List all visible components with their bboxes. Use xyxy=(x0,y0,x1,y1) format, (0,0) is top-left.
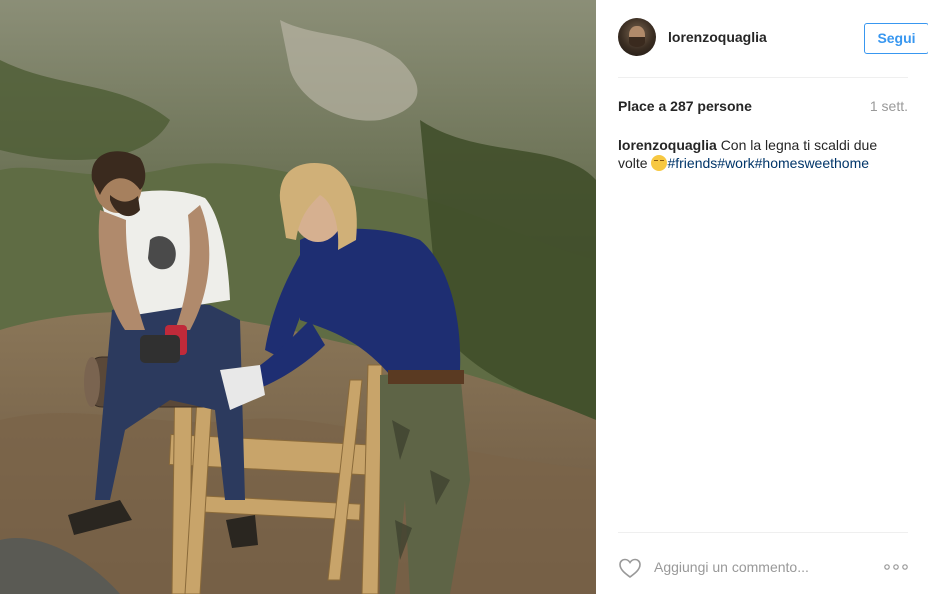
follow-button[interactable]: Segui xyxy=(864,23,928,54)
post-photo[interactable] xyxy=(0,0,596,594)
comment-input[interactable] xyxy=(654,556,874,578)
hashtag-link[interactable]: #work xyxy=(717,155,754,171)
post-caption: lorenzoquaglia Con la legna ti scaldi du… xyxy=(618,136,908,172)
comment-bar xyxy=(618,548,908,588)
hashtag-link[interactable]: #homesweethome xyxy=(755,155,869,171)
likes-count[interactable]: Place a 287 persone xyxy=(618,98,752,114)
post-timestamp[interactable]: 1 sett. xyxy=(870,98,908,114)
smiling-face-emoji-icon xyxy=(651,155,668,171)
photo-scene xyxy=(0,0,596,594)
caption-username[interactable]: lorenzoquaglia xyxy=(618,137,717,153)
hashtag-link[interactable]: #friends xyxy=(667,155,717,171)
more-options-icon[interactable] xyxy=(884,560,908,574)
avatar-beard xyxy=(629,37,645,47)
avatar[interactable] xyxy=(618,18,656,56)
heart-icon[interactable] xyxy=(618,557,642,579)
post-details-panel: lorenzoquaglia Segui Place a 287 persone… xyxy=(596,0,928,594)
username-link[interactable]: lorenzoquaglia xyxy=(668,29,767,45)
post-header: lorenzoquaglia Segui xyxy=(618,18,928,58)
header-divider xyxy=(618,77,908,78)
footer-divider xyxy=(618,532,908,533)
